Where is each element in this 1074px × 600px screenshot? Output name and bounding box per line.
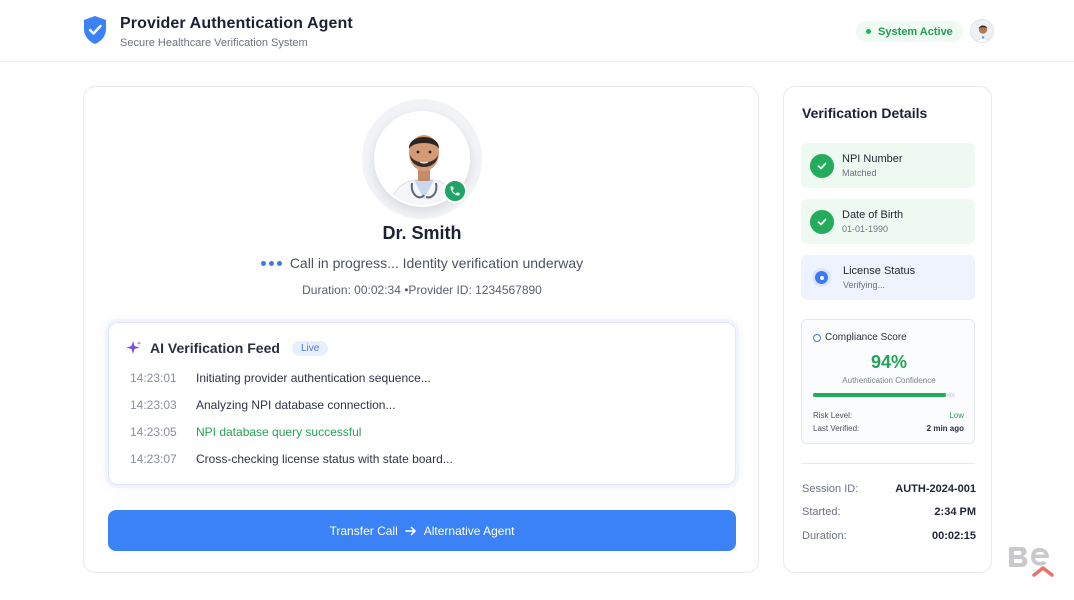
last-verified-value: 2 min ago <box>926 424 964 433</box>
compliance-caption: Authentication Confidence <box>842 376 936 385</box>
pending-dot-icon <box>815 271 828 284</box>
details-title: Verification Details <box>802 105 928 121</box>
feed-entry-time: 14:23:05 <box>130 425 177 439</box>
feed-entry-message: Initiating provider authentication seque… <box>196 371 431 385</box>
session-started-row: Started: 2:34 PM <box>802 506 976 518</box>
check-license-status: License Status Verifying... <box>801 255 975 300</box>
check-sublabel: 01-01-1990 <box>842 224 889 234</box>
session-value: 00:02:15 <box>931 530 976 542</box>
feed-entry-message-success: NPI database query successful <box>196 425 362 439</box>
feed-entry: 14:23:01 Initiating provider authenticat… <box>130 371 431 385</box>
feed-header: AI Verification Feed Live <box>126 340 329 356</box>
transfer-call-button[interactable]: Transfer Call Alternative Agent <box>108 510 736 551</box>
call-meta: Duration: 00:02:34 •Provider ID: 1234567… <box>84 283 760 297</box>
user-avatar-icon <box>971 20 993 42</box>
session-id-row: Session ID: AUTH-2024-001 <box>802 483 976 495</box>
confidence-bar <box>813 393 955 397</box>
risk-level-row: Risk Level: Low <box>813 411 964 420</box>
info-icon <box>813 333 821 342</box>
feed-entry-time: 14:23:07 <box>130 452 177 466</box>
feed-title: AI Verification Feed <box>150 340 280 356</box>
system-status-label: System Active <box>878 25 953 38</box>
call-duration: Duration: 00:02:34 <box>302 283 401 297</box>
check-sublabel: Verifying... <box>843 280 886 290</box>
feed-entry: 14:23:03 Analyzing NPI database connecti… <box>130 398 395 412</box>
user-avatar[interactable] <box>970 19 994 43</box>
session-value: AUTH-2024-001 <box>895 483 976 495</box>
provider-name: Dr. Smith <box>382 223 462 243</box>
call-status: Call in progress... Identity verificatio… <box>84 255 760 271</box>
typing-dots-icon <box>260 260 282 266</box>
behance-logo-icon <box>1009 547 1054 577</box>
live-badge: Live <box>291 340 329 356</box>
compliance-header: Compliance Score <box>813 332 907 343</box>
ai-verification-feed: AI Verification Feed Live 14:23:01 Initi… <box>108 322 736 485</box>
last-verified-label: Last Verified: <box>813 424 860 433</box>
system-status-badge: System Active <box>856 21 963 42</box>
compliance-score-card: Compliance Score 94% Authentication Conf… <box>801 319 975 444</box>
phone-icon <box>450 186 460 196</box>
feed-entry: 14:23:05 NPI database query successful <box>130 425 361 439</box>
call-active-badge <box>443 179 467 203</box>
last-verified-row: Last Verified: 2 min ago <box>813 424 964 433</box>
risk-level-label: Risk Level: <box>813 411 853 420</box>
sparkle-icon <box>126 341 142 354</box>
check-sublabel: Matched <box>842 168 877 178</box>
check-label: NPI Number <box>842 153 903 165</box>
app-header: Provider Authentication Agent Secure Hea… <box>0 0 1074 62</box>
feed-entry: 14:23:07 Cross-checking license status w… <box>130 452 453 466</box>
session-duration-row: Duration: 00:02:15 <box>802 530 976 542</box>
transfer-call-label: Transfer Call <box>329 523 398 538</box>
call-panel: Dr. Smith Call in progress... Identity v… <box>83 86 759 573</box>
transfer-target-label: Alternative Agent <box>423 523 515 538</box>
feed-entry-time: 14:23:03 <box>130 398 177 412</box>
verification-details-panel: Verification Details NPI Number Matched … <box>783 86 992 573</box>
arrow-right-icon <box>404 526 416 535</box>
check-label: License Status <box>843 265 916 277</box>
check-circle-icon <box>810 209 834 234</box>
app-title: Provider Authentication Agent <box>120 15 353 32</box>
divider <box>801 463 975 464</box>
feed-entry-message: Cross-checking license status with state… <box>196 452 453 466</box>
check-label: Date of Birth <box>842 209 904 221</box>
session-key: Started: <box>802 506 841 518</box>
feed-entry-message: Analyzing NPI database connection... <box>196 398 396 412</box>
check-circle-icon <box>810 153 834 178</box>
check-date-of-birth: Date of Birth 01-01-1990 <box>801 199 975 244</box>
app-subtitle: Secure Healthcare Verification System <box>120 37 308 49</box>
feed-entry-time: 14:23:01 <box>130 371 177 385</box>
session-value: 2:34 PM <box>934 506 976 518</box>
status-dot-icon <box>866 29 871 34</box>
compliance-title: Compliance Score <box>825 332 907 343</box>
shield-check-icon <box>84 16 106 44</box>
call-status-text: Call in progress... Identity verificatio… <box>289 255 584 271</box>
confidence-bar-fill <box>813 393 947 397</box>
risk-level-value: Low <box>949 411 964 420</box>
provider-id: •Provider ID: 1234567890 <box>404 283 542 297</box>
check-npi-number: NPI Number Matched <box>801 143 975 188</box>
session-key: Session ID: <box>802 483 859 495</box>
session-key: Duration: <box>802 530 847 542</box>
compliance-score: 94% <box>870 352 908 372</box>
